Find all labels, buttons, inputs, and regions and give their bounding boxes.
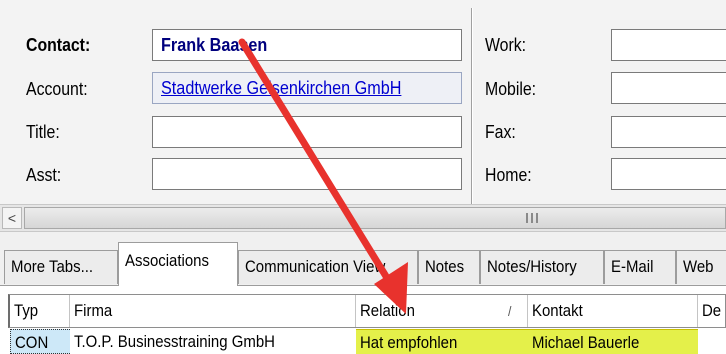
tab-associations[interactable]: Associations (118, 242, 238, 286)
work-label: Work: (485, 35, 527, 55)
cell-firma: T.O.P. Businesstraining GmbH (74, 332, 275, 351)
home-phone-field[interactable] (611, 158, 726, 190)
chevron-left-icon: < (7, 210, 17, 226)
tab-notes-history[interactable]: Notes/History (480, 250, 604, 284)
cell-typ: CON (10, 329, 70, 354)
cell-de (698, 329, 726, 354)
account-field[interactable]: Stadtwerke Gelsenkirchen GmbH (152, 72, 462, 104)
scrollbar-thumb[interactable] (24, 207, 726, 229)
tab-communication-view[interactable]: Communication View (238, 250, 418, 284)
scroll-left-button[interactable]: < (2, 207, 22, 229)
contact-value: Frank Baasen (161, 35, 268, 55)
home-label: Home: (485, 165, 532, 185)
mobile-phone-field[interactable] (611, 72, 726, 104)
mobile-label: Mobile: (485, 79, 537, 99)
account-link[interactable]: Stadtwerke Gelsenkirchen GmbH (161, 73, 401, 103)
title-field[interactable] (152, 116, 462, 148)
column-header-typ[interactable]: Typ (10, 295, 70, 327)
column-header-kontakt[interactable]: Kontakt (528, 295, 698, 327)
contact-label: Contact: (26, 35, 91, 55)
account-label: Account: (26, 79, 88, 99)
tab-web[interactable]: Web (676, 250, 726, 284)
scrollbar-grip-icon (526, 213, 538, 223)
column-header-firma[interactable]: Firma (70, 295, 356, 327)
asst-label: Asst: (26, 165, 62, 185)
fax-field[interactable] (611, 116, 726, 148)
column-header-de[interactable]: De (698, 295, 726, 327)
title-label: Title: (26, 122, 60, 142)
sort-indicator-icon: / (508, 303, 512, 319)
work-phone-field[interactable] (611, 29, 726, 61)
form-column-separator (471, 8, 472, 204)
tab-email[interactable]: E-Mail (604, 250, 676, 284)
tab-notes[interactable]: Notes (418, 250, 480, 284)
column-header-relation[interactable]: Relation / (356, 295, 528, 327)
fax-label: Fax: (485, 122, 516, 142)
cell-relation: Hat empfohlen (356, 329, 528, 354)
tab-more-tabs[interactable]: More Tabs... (4, 250, 118, 284)
cell-kontakt: Michael Bauerle (528, 329, 698, 354)
asst-field[interactable] (152, 158, 462, 190)
contact-field[interactable]: Frank Baasen (152, 29, 462, 61)
